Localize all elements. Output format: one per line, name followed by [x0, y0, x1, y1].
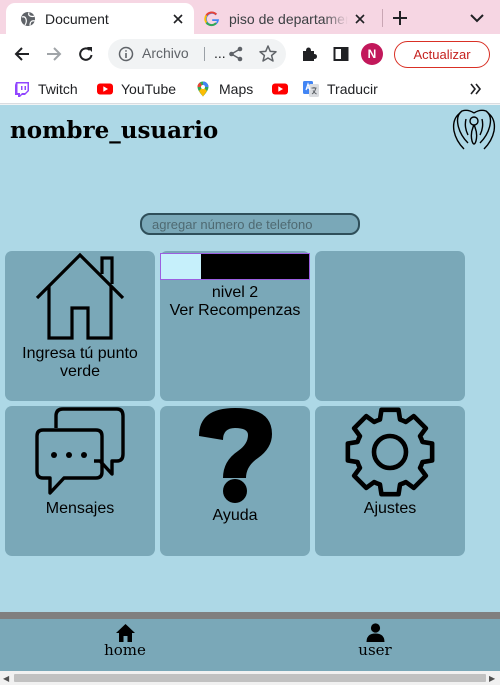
side-panel-button[interactable] — [328, 41, 354, 67]
profile-avatar[interactable]: N — [361, 43, 383, 65]
globe-icon — [21, 11, 36, 26]
back-button[interactable] — [9, 41, 35, 67]
rewards-link[interactable]: Ver Recompenzas — [160, 302, 310, 320]
home-icon — [115, 624, 135, 642]
reload-button[interactable] — [73, 41, 99, 67]
side-panel-icon — [333, 47, 349, 61]
bookmarks-bar: Twitch YouTube Maps Traducir — [0, 74, 500, 104]
star-icon[interactable] — [258, 44, 278, 64]
youtube-icon — [97, 83, 113, 95]
share-icon[interactable] — [227, 45, 245, 63]
file-scheme-label: Archivo — [142, 45, 189, 61]
bookmark-label: Maps — [219, 81, 254, 97]
bookmark-label: Twitch — [38, 81, 78, 97]
omnibox-divider — [204, 47, 205, 61]
level-card[interactable]: nivel 2 Ver Recompenzas — [160, 251, 310, 401]
user-icon — [366, 623, 384, 642]
youtube-icon — [272, 83, 288, 95]
bookmark-youtube-2[interactable] — [272, 78, 296, 100]
angel-logo-icon — [452, 109, 496, 150]
bottom-nav: home user — [0, 619, 500, 671]
arrow-left-icon — [14, 47, 29, 61]
tab-piso-de-departamento[interactable]: piso de departamento — [196, 3, 376, 34]
scrollbar-thumb[interactable] — [14, 674, 486, 682]
bookmark-traducir[interactable]: Traducir — [303, 78, 378, 100]
question-mark-icon — [199, 408, 272, 503]
gear-outline — [345, 407, 435, 497]
page-title: nombre_usuario — [10, 117, 219, 144]
tab-strip: Document piso de departamento — [0, 0, 500, 34]
new-tab-button[interactable] — [387, 5, 413, 31]
tab-document[interactable]: Document — [6, 3, 194, 34]
translate-icon — [303, 81, 319, 97]
level-label: nivel 2 — [211, 284, 259, 301]
help-label: Ayuda — [212, 507, 258, 524]
messages-label: Mensajes — [45, 500, 115, 517]
footer-divider — [0, 612, 500, 619]
maps-icon — [197, 81, 209, 97]
browser-toolbar: Archivo ... N Actualizar — [0, 34, 500, 74]
nav-user-label: user — [358, 641, 392, 659]
bookmark-twitch[interactable]: Twitch — [14, 78, 78, 100]
phone-number-input[interactable] — [140, 213, 360, 235]
tab-separator — [382, 9, 383, 27]
scroll-left-icon[interactable]: ◀ — [3, 674, 9, 683]
empty-card — [315, 251, 465, 401]
double-chevron-right-icon — [470, 83, 482, 95]
nav-home[interactable]: home — [85, 622, 165, 659]
puzzle-icon — [303, 47, 317, 61]
level-progress-bar — [160, 253, 310, 280]
settings-label: Ajustes — [363, 500, 417, 517]
tab-title: Document — [45, 10, 109, 27]
green-point-card[interactable]: Ingresa tú punto verde — [5, 251, 155, 401]
plus-icon — [393, 11, 407, 25]
bookmark-label: YouTube — [121, 81, 177, 97]
extensions-button[interactable] — [296, 41, 322, 67]
nav-home-label: home — [104, 641, 146, 659]
nav-user[interactable]: user — [335, 622, 415, 659]
bookmark-maps[interactable]: Maps — [195, 78, 253, 100]
chevron-down-icon — [470, 13, 484, 22]
chat-bubbles-icon — [35, 407, 125, 495]
scroll-right-icon[interactable]: ▶ — [489, 674, 495, 683]
page-viewport: nombre_usuario Ingresa tú punto verde ni… — [0, 105, 500, 671]
horizontal-scrollbar[interactable]: ◀ ▶ — [0, 671, 500, 685]
tab-search-button[interactable] — [464, 5, 490, 31]
bookmark-label: Traducir — [327, 81, 378, 97]
google-icon — [204, 10, 219, 26]
help-card[interactable]: Ayuda — [160, 406, 310, 556]
bookmark-youtube[interactable]: YouTube — [97, 78, 176, 100]
forward-button[interactable] — [41, 41, 67, 67]
more-bookmarks-button[interactable] — [466, 79, 486, 99]
messages-card[interactable]: Mensajes — [5, 406, 155, 556]
level-progress-fill — [161, 254, 201, 279]
arrow-right-icon — [47, 47, 62, 61]
info-icon[interactable] — [118, 46, 134, 62]
url-text[interactable]: ... — [214, 45, 226, 61]
green-point-label: Ingresa tú punto verde — [22, 345, 138, 380]
reload-icon — [79, 47, 93, 61]
twitch-icon — [15, 82, 29, 97]
settings-card[interactable]: Ajustes — [315, 406, 465, 556]
update-button[interactable]: Actualizar — [394, 41, 490, 68]
house-icon — [35, 252, 125, 340]
close-tab-icon[interactable] — [348, 7, 372, 31]
gear-icon — [345, 407, 435, 497]
address-bar[interactable]: Archivo ... — [108, 39, 286, 69]
tab-title: piso de departamento — [229, 10, 348, 27]
close-tab-icon[interactable] — [166, 7, 190, 31]
